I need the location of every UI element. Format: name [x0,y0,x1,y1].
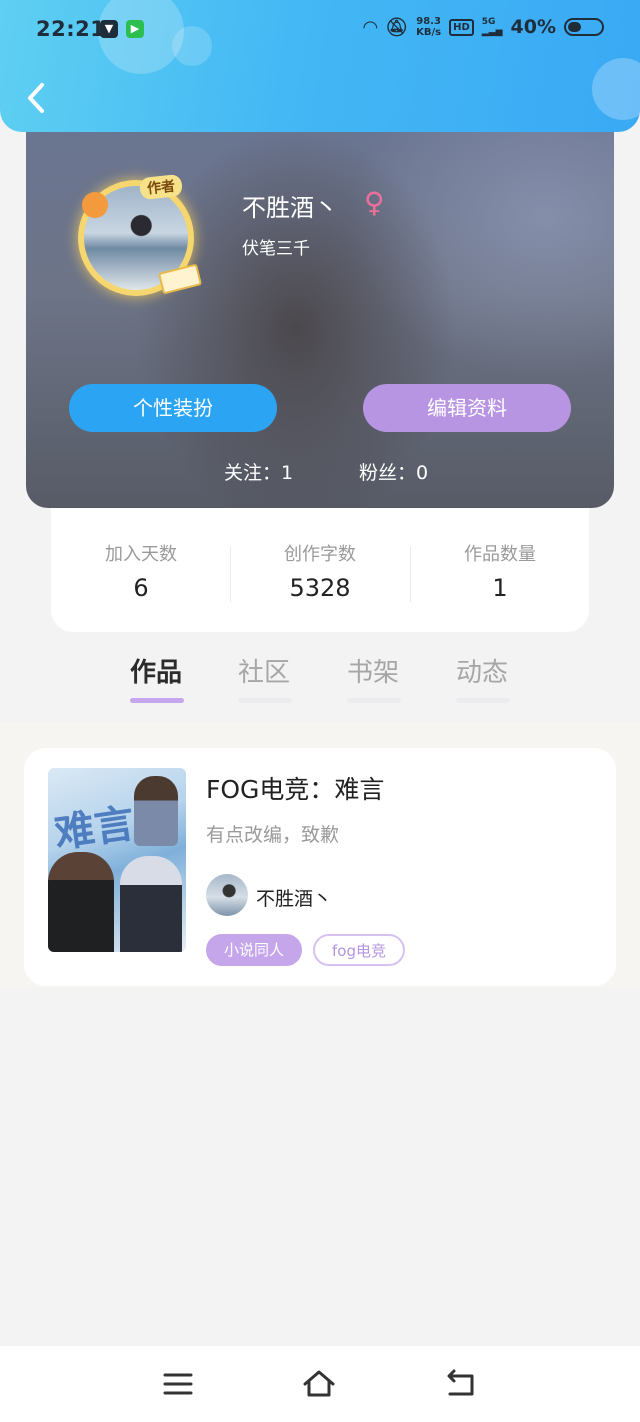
stat-value: 1 [492,574,508,602]
decor-bubble [592,58,640,120]
tag-chip[interactable]: fog电竞 [313,934,405,966]
net-speed-unit: KB/s [416,27,442,38]
work-description: 有点改编，致歉 [206,824,340,846]
tag-chip[interactable]: 小说同人 [206,934,302,966]
menu-icon [163,1373,193,1395]
stat-works-count: 作品数量 1 [410,540,590,602]
book-cover-image[interactable]: 难言 [48,768,186,952]
female-icon: ♀ [364,186,385,219]
battery-fill [568,22,581,32]
status-notification-icons: ▼ ▶ [100,20,144,38]
cover-figure [120,856,182,952]
system-nav-bar [0,1346,640,1422]
net-speed: 98.3 KB/s [416,16,441,38]
stat-value: 6 [133,574,149,602]
top-bar: 22:21 ▼ ▶ ◠ 🔕︎ 98.3 KB/s HD 5G ▂▃▅ 40% [0,0,640,132]
tab-indicator [347,698,401,703]
author-avatar[interactable] [206,874,248,916]
following-count[interactable]: 关注：1 [224,458,293,485]
balloon-decoration [82,192,108,218]
stat-value: 5328 [289,574,351,602]
menu-button[interactable] [161,1368,195,1400]
cover-figure [48,852,114,952]
stat-label: 作品数量 [464,544,536,565]
username: 不胜酒丶 [242,194,338,222]
tab-community[interactable]: 社区 [238,652,290,689]
profile-tabs: 作品 社区 书架 动态 [0,646,640,722]
stat-word-count: 创作字数 5328 [230,540,410,602]
followers-count[interactable]: 粉丝：0 [359,458,428,485]
work-card[interactable]: 难言 FOG电竞：难言 有点改编，致歉 不胜酒丶 小说同人 fog电竞 [24,748,616,986]
back-button[interactable] [22,80,52,116]
dress-up-button[interactable]: 个性装扮 [69,384,277,432]
signal-bars: ▂▃▅ [481,27,503,37]
battery-icon [564,18,604,36]
tab-indicator [456,698,510,703]
hd-badge: HD [449,18,474,36]
decor-bubble [172,26,212,66]
cover-figure [134,776,178,846]
cat-app-icon: ▼ [100,20,118,38]
tab-active-indicator [130,698,184,703]
stat-join-days: 加入天数 6 [51,540,231,602]
status-time: 22:21 [36,17,106,41]
mute-bell-icon: 🔕︎ [385,16,409,38]
net-speed-value: 98.3 [416,16,441,27]
signature: 伏笔三千 [242,239,310,259]
battery-percent: 40% [510,16,556,38]
home-icon [303,1370,335,1397]
home-button[interactable] [302,1368,336,1400]
author-name[interactable]: 不胜酒丶 [256,884,332,911]
return-button[interactable] [444,1368,478,1400]
tab-activity[interactable]: 动态 [456,652,508,689]
status-right-group: ◠ 🔕︎ 98.3 KB/s HD 5G ▂▃▅ 40% [363,16,604,38]
return-icon [447,1369,474,1396]
stats-card: 加入天数 6 创作字数 5328 作品数量 1 [51,496,589,632]
profile-header: 作者 不胜酒丶 ♀ 伏笔三千 个性装扮 编辑资料 关注：1 粉丝：0 [26,118,614,508]
network-label: 5G [481,17,496,27]
video-app-icon: ▶ [126,20,144,38]
tab-indicator [238,698,292,703]
work-title[interactable]: FOG电竞：难言 [206,770,384,806]
stat-label: 创作字数 [284,544,356,565]
edit-profile-button[interactable]: 编辑资料 [363,384,571,432]
stat-label: 加入天数 [105,544,177,565]
chevron-left-icon [28,83,44,113]
headphone-icon: ◠ [363,16,378,38]
signal-icon: 5G ▂▃▅ [482,17,503,37]
cover-art-lettering: 难言 [51,800,138,858]
profile-page: 22:21 ▼ ▶ ◠ 🔕︎ 98.3 KB/s HD 5G ▂▃▅ 40% 作… [0,0,640,1422]
tab-bookshelf[interactable]: 书架 [347,652,399,689]
tab-works[interactable]: 作品 [130,652,182,689]
avatar[interactable]: 作者 [74,173,203,300]
